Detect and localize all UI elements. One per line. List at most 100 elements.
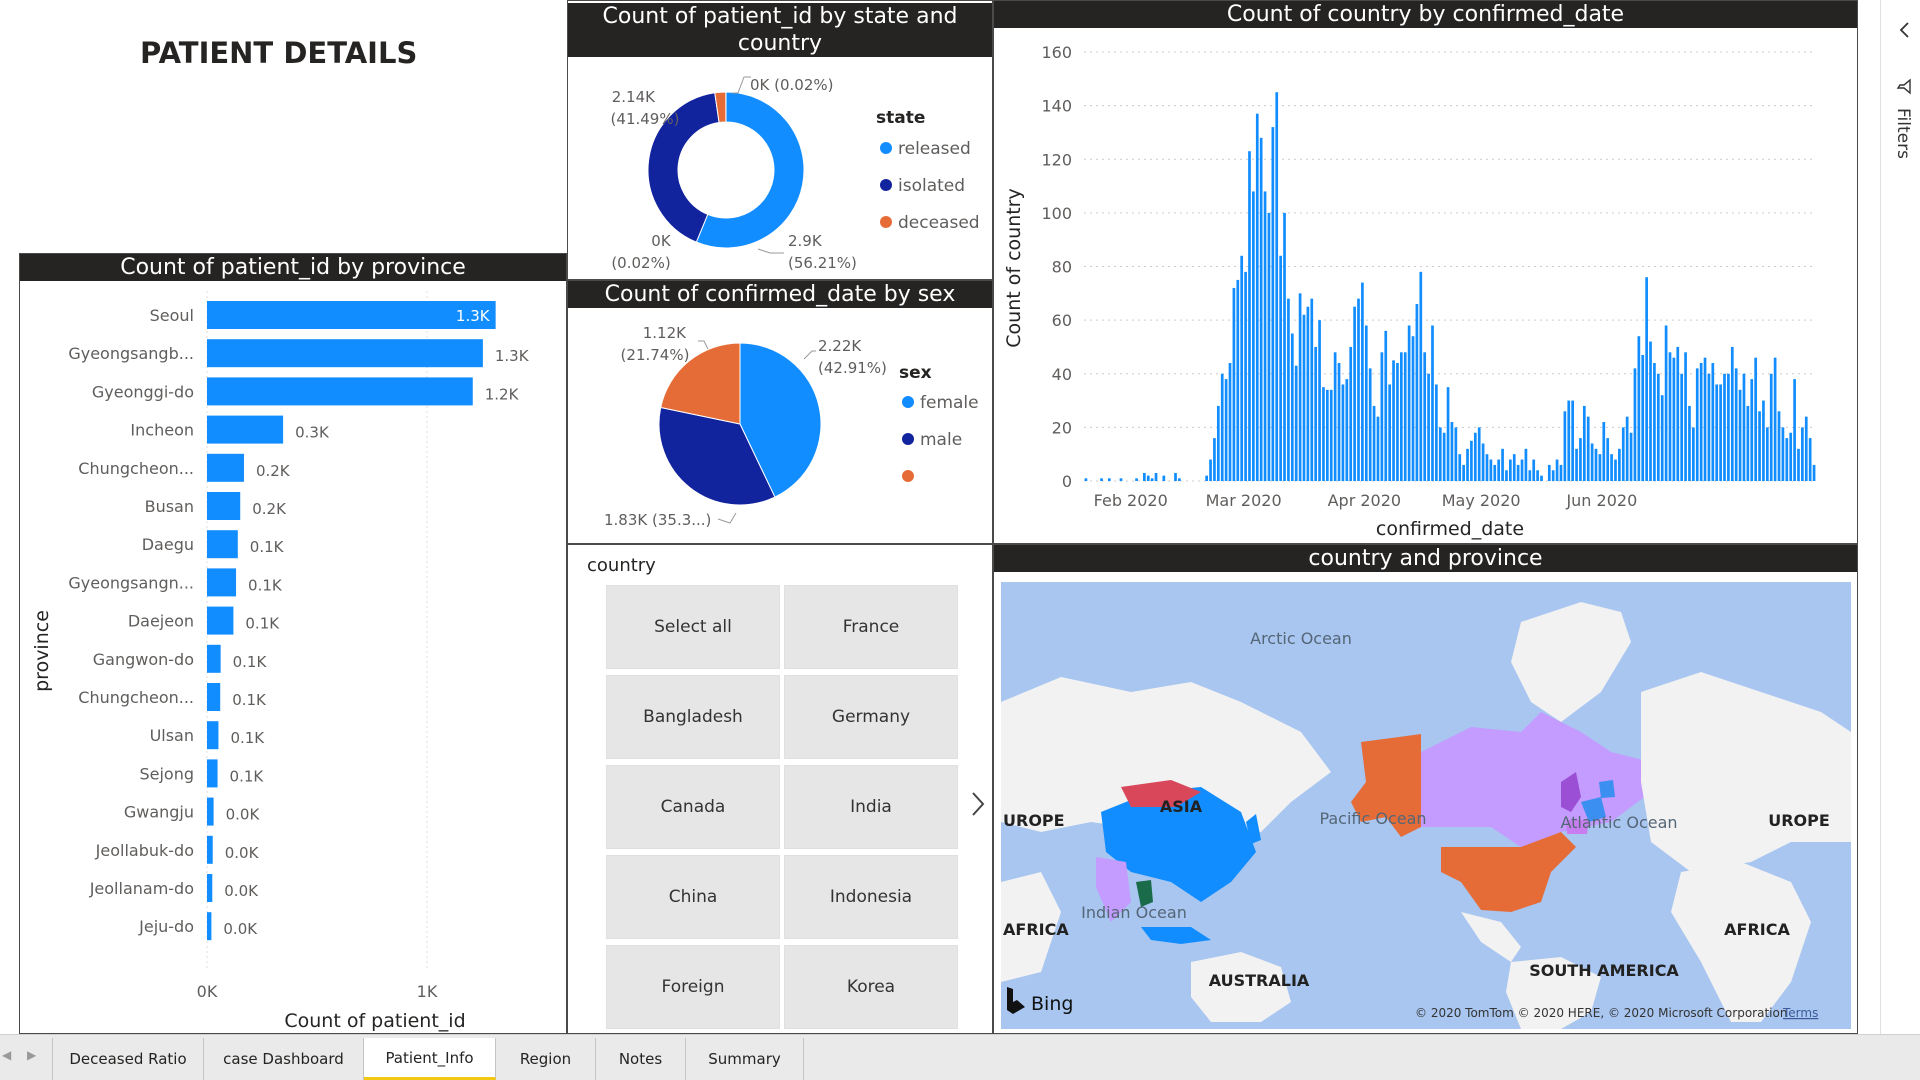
time-bar <box>1633 368 1637 481</box>
sex-pie-chart[interactable]: Count of confirmed_date by sex 1.12K (21.… <box>567 280 993 544</box>
time-bar <box>1497 459 1501 481</box>
time-bar <box>1668 352 1672 481</box>
province-category-label: Gyeonggi-do <box>92 382 194 401</box>
europe-left-label: UROPE <box>1003 811 1065 830</box>
time-bar <box>1240 255 1244 481</box>
time-bar <box>1470 440 1473 481</box>
pie-legend-title: sex <box>899 363 932 383</box>
time-bar <box>1345 379 1349 481</box>
time-y-tick: 40 <box>1052 365 1072 384</box>
time-bar <box>1178 478 1181 481</box>
time-bar <box>1279 255 1282 481</box>
time-bar <box>1380 352 1384 481</box>
pie-label-left-pct: (21.74%) <box>621 346 690 364</box>
slicer-item-bangladesh[interactable]: Bangladesh <box>606 675 780 759</box>
province-data-label: 0.1K <box>233 653 268 671</box>
province-bar <box>207 835 213 864</box>
time-chart-title: Count of country by confirmed_date <box>994 1 1857 28</box>
time-bar <box>1754 357 1757 481</box>
time-bar <box>1341 384 1345 481</box>
time-bar <box>1259 137 1263 482</box>
tab-summary[interactable]: Summary <box>686 1038 804 1080</box>
time-bar <box>1590 443 1594 481</box>
pie-legend-marker <box>902 396 914 408</box>
slicer-item-select-all[interactable]: Select all <box>606 585 780 669</box>
slicer-item-indonesia[interactable]: Indonesia <box>784 855 958 939</box>
time-bar <box>1758 411 1761 481</box>
slicer-item-canada[interactable]: Canada <box>606 765 780 849</box>
time-bar <box>1372 405 1376 481</box>
filters-pane[interactable]: Filters <box>1880 0 1920 1038</box>
time-bar <box>1302 314 1306 481</box>
time-bar <box>1310 298 1314 481</box>
donut-legend-title: state <box>876 108 925 128</box>
tab-case-dashboard[interactable]: case Dashboard <box>204 1038 364 1080</box>
tab-region[interactable]: Region <box>496 1038 596 1080</box>
time-bar <box>1505 470 1508 481</box>
time-bar <box>1357 298 1360 481</box>
time-bar <box>1450 422 1454 481</box>
tab-scroll-left-button[interactable]: ◀ <box>2 1048 20 1068</box>
time-bar <box>1224 379 1228 481</box>
chevron-left-icon[interactable] <box>1895 20 1915 40</box>
slicer-item-korea[interactable]: Korea <box>784 945 958 1029</box>
tab-scroll-right-button[interactable]: ▶ <box>27 1048 45 1068</box>
time-bar <box>1598 454 1602 481</box>
time-bar <box>1403 352 1407 481</box>
bing-label: Bing <box>1031 993 1073 1015</box>
time-bar <box>1540 475 1543 481</box>
slicer-item-foreign[interactable]: Foreign <box>606 945 780 1029</box>
time-bar <box>1489 459 1493 481</box>
province-x-tick: 1K <box>417 982 438 1001</box>
tab-deceased-ratio[interactable]: Deceased Ratio <box>52 1038 204 1080</box>
time-bar <box>1555 459 1559 481</box>
slicer-item-germany[interactable]: Germany <box>784 675 958 759</box>
time-bar <box>1699 363 1703 481</box>
germany-shape <box>1599 780 1615 798</box>
time-bar <box>1804 416 1808 481</box>
time-bar <box>1606 438 1610 481</box>
donut-legend-marker <box>880 142 892 154</box>
province-data-label: 1.3K <box>495 347 530 365</box>
donut-leader <box>757 248 784 254</box>
pie-legend-marker <box>902 470 914 482</box>
time-bar <box>1162 475 1166 481</box>
time-bar <box>1765 427 1769 481</box>
time-bar <box>1135 478 1138 481</box>
time-bar <box>1446 387 1450 481</box>
time-bar <box>1248 151 1251 482</box>
time-bar <box>1283 212 1286 481</box>
chevron-right-icon[interactable] <box>970 791 986 817</box>
time-bar <box>1143 472 1146 481</box>
slicer-item-china[interactable]: China <box>606 855 780 939</box>
time-bar <box>1287 298 1290 481</box>
time-bar <box>1742 373 1746 481</box>
tab-notes[interactable]: Notes <box>596 1038 686 1080</box>
pie-leader <box>698 340 709 350</box>
time-bar <box>1458 454 1462 481</box>
world-map[interactable]: Arctic Ocean Pacific Ocean Atlantic Ocea… <box>1001 582 1851 1029</box>
province-data-label: 0.0K <box>224 882 259 900</box>
time-bar <box>1695 368 1699 481</box>
country-province-map[interactable]: country and province Arctic Ocean Pacifi… <box>993 544 1858 1034</box>
time-bar <box>1610 454 1613 481</box>
tab-patient-info[interactable]: Patient_Info <box>364 1038 496 1080</box>
time-bar <box>1329 389 1333 481</box>
time-bar <box>1536 470 1539 481</box>
time-bar <box>1520 459 1524 481</box>
europe-right-label: UROPE <box>1768 811 1830 830</box>
slicer-item-india[interactable]: India <box>784 765 958 849</box>
slicer-item-france[interactable]: France <box>784 585 958 669</box>
province-data-label: 0.2K <box>256 462 291 480</box>
time-bar <box>1384 330 1388 481</box>
province-bar-chart[interactable]: Count of patient_id by province 0K 1K Seou… <box>19 253 567 1034</box>
time-bar <box>1255 113 1259 481</box>
time-chart-plot: 0 20 40 60 80 100 120 140 160 Feb 2020 Mar 2020 Apr… <box>1003 43 1816 540</box>
confirmed-date-bar-chart[interactable]: Count of country by confirmed_date 0 20 40… <box>993 0 1858 544</box>
map-terms-link[interactable]: Terms <box>1782 1006 1818 1020</box>
time-bar <box>1727 373 1730 481</box>
time-bar <box>1618 448 1621 481</box>
time-bar <box>1485 454 1489 481</box>
time-bar <box>1789 432 1793 481</box>
state-donut-chart[interactable]: Count of patient_id by state and country… <box>567 0 993 280</box>
